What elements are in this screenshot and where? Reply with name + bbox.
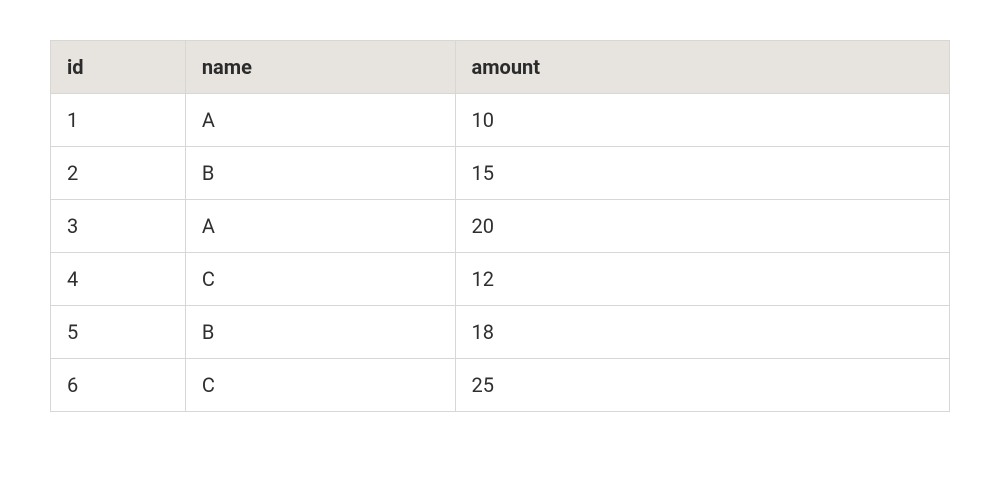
header-name: name	[185, 41, 455, 94]
cell-amount: 12	[455, 253, 949, 306]
header-amount: amount	[455, 41, 949, 94]
table-row: 4 C 12	[51, 253, 950, 306]
table-header: id name amount	[51, 41, 950, 94]
header-id: id	[51, 41, 186, 94]
cell-amount: 15	[455, 147, 949, 200]
cell-name: C	[185, 359, 455, 412]
cell-name: A	[185, 200, 455, 253]
data-table: id name amount 1 A 10 2 B 15 3 A 20 4 C …	[50, 40, 950, 412]
table-row: 6 C 25	[51, 359, 950, 412]
cell-name: C	[185, 253, 455, 306]
cell-id: 2	[51, 147, 186, 200]
table-body: 1 A 10 2 B 15 3 A 20 4 C 12 5 B 18 6 C 2…	[51, 94, 950, 412]
table-row: 3 A 20	[51, 200, 950, 253]
table-header-row: id name amount	[51, 41, 950, 94]
cell-id: 3	[51, 200, 186, 253]
cell-id: 6	[51, 359, 186, 412]
cell-amount: 18	[455, 306, 949, 359]
cell-amount: 20	[455, 200, 949, 253]
cell-name: B	[185, 306, 455, 359]
cell-id: 1	[51, 94, 186, 147]
cell-id: 5	[51, 306, 186, 359]
cell-name: B	[185, 147, 455, 200]
cell-amount: 10	[455, 94, 949, 147]
table-row: 1 A 10	[51, 94, 950, 147]
table-row: 2 B 15	[51, 147, 950, 200]
cell-name: A	[185, 94, 455, 147]
cell-amount: 25	[455, 359, 949, 412]
table-row: 5 B 18	[51, 306, 950, 359]
cell-id: 4	[51, 253, 186, 306]
